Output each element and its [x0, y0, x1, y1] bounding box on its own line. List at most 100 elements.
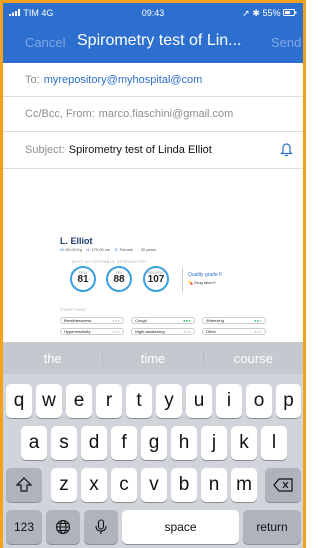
- key-l[interactable]: l: [261, 426, 287, 460]
- key-p[interactable]: p: [276, 384, 301, 418]
- key-h[interactable]: h: [171, 426, 197, 460]
- key-w[interactable]: w: [36, 384, 62, 418]
- symptom-name: Breathlessness: [64, 318, 92, 323]
- globe-key[interactable]: [46, 510, 80, 544]
- dictation-key[interactable]: [84, 510, 118, 544]
- to-field[interactable]: To: myrepository@myhospital@com: [3, 63, 303, 97]
- cancel-button[interactable]: Cancel: [25, 35, 65, 50]
- key-m[interactable]: m: [231, 468, 257, 502]
- bluetooth-icon: ✱: [252, 8, 260, 18]
- symptom-level-dots: ●●●: [254, 318, 262, 323]
- suggestion-2[interactable]: time: [103, 350, 204, 366]
- key-a[interactable]: a: [21, 426, 47, 460]
- notification-bell-icon[interactable]: [280, 143, 293, 160]
- key-c[interactable]: c: [111, 468, 137, 502]
- key-q[interactable]: q: [6, 384, 32, 418]
- symptom-level-dots: ●●●: [112, 329, 120, 334]
- battery-level: 55%: [262, 8, 281, 18]
- key-y[interactable]: y: [156, 384, 182, 418]
- page-title: Spirometry test of Lin...: [77, 32, 242, 49]
- key-b[interactable]: b: [171, 468, 197, 502]
- key-f[interactable]: f: [111, 426, 137, 460]
- return-key[interactable]: return: [243, 510, 301, 544]
- space-key[interactable]: space: [122, 510, 239, 544]
- symptom-level-dots: ●●●: [254, 329, 262, 334]
- gauge-value: 88: [113, 274, 125, 285]
- status-bar-right: ➚ ✱ 55%: [242, 8, 297, 19]
- symptoms-section-title: SYMPTOMS: [60, 307, 87, 312]
- symptom-name: Wheezing: [206, 318, 224, 323]
- level-dot: ●: [188, 318, 191, 323]
- key-x[interactable]: x: [81, 468, 107, 502]
- level-dot: ●: [259, 329, 262, 334]
- suggestion-3[interactable]: course: [204, 351, 303, 366]
- symptom-level-dots: ●●●: [183, 318, 191, 323]
- key-t[interactable]: t: [126, 384, 152, 418]
- fev-gauge: FEV 88: [106, 266, 132, 292]
- pill-icon: 💊: [188, 280, 193, 285]
- symptom-name: Night awakening: [135, 329, 165, 334]
- drug-taken: 💊 Drug taken?: [188, 280, 216, 285]
- key-d[interactable]: d: [81, 426, 107, 460]
- key-k[interactable]: k: [231, 426, 257, 460]
- level-dot: ●: [188, 329, 191, 334]
- symptom-name: Other: [206, 329, 217, 334]
- suggestion-1[interactable]: the: [3, 350, 104, 366]
- to-recipient[interactable]: myrepository@myhospital@com: [44, 74, 203, 86]
- subject-label: Subject:: [25, 144, 65, 156]
- symptom-level-dots: ●●●: [112, 318, 120, 323]
- symptom-chip: Breathlessness ●●●: [60, 317, 124, 324]
- spirometry-report-attachment: L. Elliot W: 50.00 Kg H: 175.00 cm S: Fe…: [60, 232, 282, 352]
- location-icon: ➚: [242, 8, 250, 18]
- key-u[interactable]: u: [186, 384, 212, 418]
- numbers-key[interactable]: 123: [6, 510, 42, 544]
- quality-grade: Quality grade F: [188, 272, 223, 278]
- key-s[interactable]: s: [51, 426, 77, 460]
- symptom-chip: Night awakening ●●●: [131, 328, 195, 335]
- sex-label: S:: [114, 247, 119, 252]
- cc-bcc-from-field[interactable]: Cc/Bcc, From: marco.fiaschini@gmail.com: [3, 97, 303, 132]
- weight-value: 50.00 Kg: [65, 247, 82, 252]
- key-i[interactable]: i: [216, 384, 242, 418]
- gauge-value: 107: [147, 274, 165, 285]
- key-o[interactable]: o: [246, 384, 272, 418]
- to-label: To:: [25, 73, 40, 86]
- symptom-chip: Hyperreactivity ●●●: [60, 328, 124, 335]
- navigation-header: TIM 4G 09:43 ➚ ✱ 55% Cancel Spirometry t…: [3, 3, 303, 63]
- symptom-level-dots: ●●●: [183, 329, 191, 334]
- patient-name: L. Elliot: [60, 236, 93, 246]
- age-value: 30 years: [140, 247, 157, 252]
- gauge-value: 81: [77, 274, 89, 285]
- send-button[interactable]: Send: [271, 35, 301, 50]
- key-j[interactable]: j: [201, 426, 227, 460]
- key-n[interactable]: n: [201, 468, 227, 502]
- symptom-name: Hyperreactivity: [64, 329, 91, 334]
- symptom-chip: Wheezing ●●●: [202, 317, 266, 324]
- symptom-name: Cough: [135, 318, 147, 323]
- screenshot-border-top: [0, 0, 306, 3]
- key-z[interactable]: z: [51, 468, 77, 502]
- screen: TIM 4G 09:43 ➚ ✱ 55% Cancel Spirometry t…: [0, 0, 306, 548]
- sex-value: Female: [119, 247, 133, 252]
- battery-icon: [283, 8, 297, 18]
- subject-field[interactable]: Subject: Spirometry test of Linda Elliot: [3, 132, 303, 169]
- level-dot: ●: [117, 318, 120, 323]
- delete-key[interactable]: [265, 468, 301, 502]
- symptom-chip: Other ●●●: [202, 328, 266, 335]
- level-dot: ●: [117, 329, 120, 334]
- subject-input[interactable]: Spirometry test of Linda Elliot: [69, 144, 212, 156]
- from-address: marco.fiaschini@gmail.com: [98, 108, 234, 120]
- height-label: H:: [86, 247, 91, 252]
- fev1-fvc-gauge: FEV1/FVC 107: [143, 266, 169, 292]
- weight-label: W:: [60, 247, 65, 252]
- predictive-text-bar: the time course: [3, 342, 303, 374]
- key-r[interactable]: r: [96, 384, 122, 418]
- key-e[interactable]: e: [66, 384, 92, 418]
- shift-icon: [15, 474, 33, 495]
- shift-key[interactable]: [6, 468, 42, 502]
- patient-stats: W: 50.00 Kg H: 175.00 cm S: Female 30 ye…: [60, 247, 156, 252]
- screenshot-border-right: [303, 0, 306, 548]
- height-value: 175.00 cm: [91, 247, 111, 252]
- key-g[interactable]: g: [141, 426, 167, 460]
- key-v[interactable]: v: [141, 468, 167, 502]
